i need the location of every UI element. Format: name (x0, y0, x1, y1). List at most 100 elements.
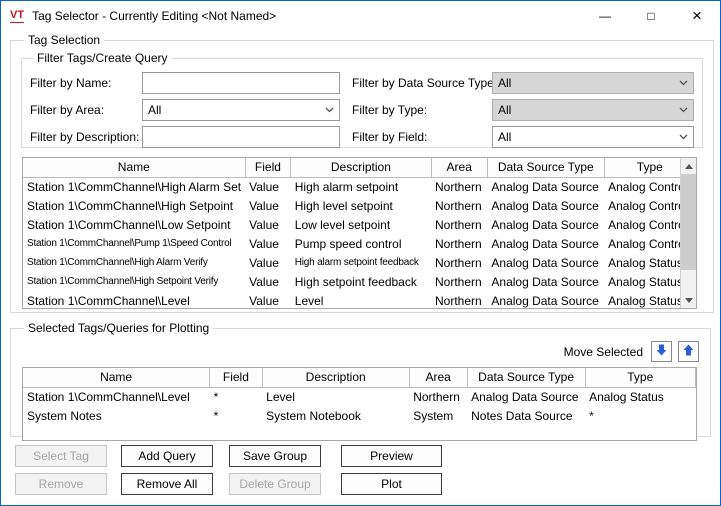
cell-name: Station 1\CommChannel\Low Setpoint (23, 215, 245, 234)
cell-name: Station 1\CommChannel\Level (23, 387, 210, 406)
add-query-button[interactable]: Add Query (121, 445, 213, 467)
filter-area-select[interactable]: All (142, 99, 340, 121)
cell-field: Value (245, 272, 291, 291)
filter-grid: Filter by Name: Filter by Data Source Ty… (30, 67, 694, 148)
filter-by-name-label: Filter by Name: (30, 76, 142, 90)
column-header-field[interactable]: Field (245, 158, 291, 177)
column-header-area[interactable]: Area (409, 368, 467, 387)
table-row[interactable]: Station 1\CommChannel\High Setpoint Valu… (23, 196, 696, 215)
move-selected-label: Move Selected (564, 345, 643, 359)
column-header-data-source-type[interactable]: Data Source Type (467, 368, 585, 387)
filter-name-input[interactable] (142, 72, 340, 94)
selected-table-container: Name Field Description Area Data Source … (22, 367, 697, 441)
selected-tags-legend: Selected Tags/Queries for Plotting (24, 321, 213, 335)
filter-by-field-label: Filter by Field: (340, 130, 492, 144)
cell-field: Value (245, 196, 291, 215)
cell-area: System (409, 406, 467, 425)
tag-table-header-row: Name Field Description Area Data Source … (23, 158, 696, 177)
preview-button[interactable]: Preview (341, 445, 442, 467)
chevron-down-icon (325, 107, 334, 113)
cell-type: * (585, 406, 695, 425)
column-header-name[interactable]: Name (23, 368, 210, 387)
column-header-field[interactable]: Field (210, 368, 263, 387)
close-button[interactable]: × (674, 1, 720, 31)
table-row[interactable]: Station 1\CommChannel\High Alarm Set Val… (23, 177, 696, 196)
minimize-button[interactable]: — (582, 1, 628, 31)
window-controls: — □ × (582, 1, 720, 31)
arrow-down-icon (656, 344, 667, 359)
move-up-button[interactable] (678, 341, 699, 362)
cell-description: Level (291, 291, 431, 309)
cell-area: Northern (431, 215, 487, 234)
cell-description: Level (262, 387, 409, 406)
cell-field: * (210, 387, 263, 406)
cell-data-source-type: Analog Data Source (487, 215, 604, 234)
cell-name: Station 1\CommChannel\Pump 1\Speed Contr… (23, 234, 245, 253)
cell-area: Northern (431, 234, 487, 253)
titlebar: VT Tag Selector - Currently Editing <Not… (1, 1, 720, 31)
scroll-down-button[interactable] (681, 292, 696, 308)
table-row[interactable]: Station 1\CommChannel\High Setpoint Veri… (23, 272, 696, 291)
cell-field: Value (245, 253, 291, 272)
column-header-description[interactable]: Description (262, 368, 409, 387)
tag-selection-legend: Tag Selection (24, 33, 104, 47)
table-row[interactable]: Station 1\CommChannel\High Alarm Verify … (23, 253, 696, 272)
scroll-up-button[interactable] (681, 158, 696, 174)
filter-by-description-label: Filter by Description: (30, 130, 142, 144)
cell-area: Northern (431, 291, 487, 309)
scroll-down-icon (685, 298, 693, 303)
selected-table-header-row: Name Field Description Area Data Source … (23, 368, 696, 387)
selected-tags-group: Selected Tags/Queries for Plotting Move … (10, 321, 711, 437)
filter-group: Filter Tags/Create Query Filter by Name:… (21, 51, 703, 148)
cell-description: Pump speed control (291, 234, 431, 253)
maximize-button[interactable]: □ (628, 1, 674, 31)
save-group-button[interactable]: Save Group (229, 445, 321, 467)
table-row[interactable]: Station 1\CommChannel\Pump 1\Speed Contr… (23, 234, 696, 253)
cell-area: Northern (431, 253, 487, 272)
column-header-description[interactable]: Description (291, 158, 431, 177)
cell-data-source-type: Analog Data Source (487, 253, 604, 272)
vtscada-logo-icon: VT (10, 10, 24, 23)
dialog-content: Tag Selection Filter Tags/Create Query F… (1, 31, 720, 495)
table-row[interactable]: Station 1\CommChannel\Low Setpoint Value… (23, 215, 696, 234)
table-row[interactable]: Station 1\CommChannel\Level * Level Nort… (23, 387, 696, 406)
filter-description-input[interactable] (142, 126, 340, 148)
column-header-type[interactable]: Type (585, 368, 695, 387)
table-row[interactable]: System Notes * System Notebook System No… (23, 406, 696, 425)
filter-by-data-source-type-label: Filter by Data Source Type: (340, 76, 492, 90)
plot-button[interactable]: Plot (341, 473, 442, 495)
cell-name: Station 1\CommChannel\High Alarm Set (23, 177, 245, 196)
filter-data-source-type-select[interactable]: All (492, 72, 694, 94)
scrollbar-track[interactable] (681, 174, 696, 292)
cell-name: Station 1\CommChannel\Level (23, 291, 245, 309)
move-down-button[interactable] (651, 341, 672, 362)
selected-table: Name Field Description Area Data Source … (23, 368, 696, 425)
move-selected-row: Move Selected (21, 335, 700, 367)
chevron-down-icon (679, 134, 688, 140)
chevron-down-icon (679, 107, 688, 113)
filter-by-type-label: Filter by Type: (340, 103, 492, 117)
cell-description: Low level setpoint (291, 215, 431, 234)
cell-description: High alarm setpoint (291, 177, 431, 196)
tag-selector-window: VT Tag Selector - Currently Editing <Not… (0, 0, 721, 506)
column-header-area[interactable]: Area (431, 158, 487, 177)
cell-data-source-type: Analog Data Source (487, 291, 604, 309)
arrow-up-icon (683, 344, 694, 359)
cell-name: Station 1\CommChannel\High Setpoint (23, 196, 245, 215)
selected-value: All (498, 103, 511, 117)
scrollbar-thumb[interactable] (681, 174, 696, 270)
cell-data-source-type: Analog Data Source (487, 272, 604, 291)
cell-name: System Notes (23, 406, 210, 425)
column-header-data-source-type[interactable]: Data Source Type (487, 158, 604, 177)
window-title: Tag Selector - Currently Editing <Not Na… (32, 9, 276, 23)
filter-type-select[interactable]: All (492, 99, 694, 121)
selected-value: All (148, 103, 161, 117)
cell-data-source-type: Analog Data Source (487, 177, 604, 196)
filter-field-select[interactable]: All (492, 126, 694, 148)
column-header-name[interactable]: Name (23, 158, 245, 177)
remove-all-button[interactable]: Remove All (121, 473, 213, 495)
tag-table-scrollbar[interactable] (680, 158, 696, 308)
table-row[interactable]: Station 1\CommChannel\Level Value Level … (23, 291, 696, 309)
cell-area: Northern (431, 177, 487, 196)
cell-area: Northern (409, 387, 467, 406)
